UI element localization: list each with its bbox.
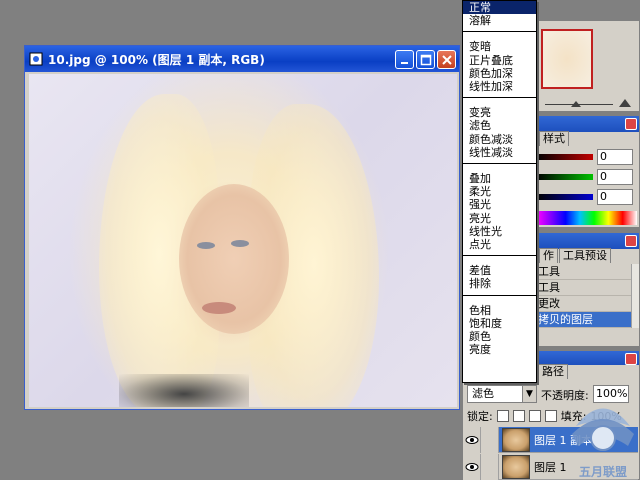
navigator-thumbnail[interactable] <box>541 29 593 89</box>
close-icon <box>442 54 452 65</box>
blend-mode-option[interactable]: 亮度 <box>463 343 536 356</box>
photoshop-doc-icon <box>29 52 43 66</box>
blend-mode-option[interactable]: 颜色 <box>463 330 536 343</box>
blend-mode-option[interactable]: 正片叠底 <box>463 54 536 67</box>
blend-mode-option[interactable]: 强光 <box>463 198 536 211</box>
history-panel-titlebar[interactable] <box>537 233 639 249</box>
document-title-bar[interactable]: 10.jpg @ 100% (图层 1 副本, RGB) <box>25 46 459 72</box>
layer-thumbnail <box>502 454 530 479</box>
lock-move-icon[interactable] <box>528 410 541 422</box>
blend-mode-value: 滤色 <box>472 387 494 400</box>
menu-separator <box>463 31 536 33</box>
zoom-in-icon[interactable] <box>619 99 631 107</box>
blend-mode-select[interactable]: 滤色 ▼ <box>467 385 537 403</box>
menu-separator <box>463 163 536 164</box>
brush-icon[interactable] <box>481 426 499 453</box>
blend-mode-option[interactable]: 线性减淡 <box>463 146 536 159</box>
close-button[interactable] <box>437 49 456 69</box>
blend-mode-option[interactable]: 颜色减淡 <box>463 133 536 146</box>
blend-mode-option[interactable]: 颜色加深 <box>463 67 536 80</box>
blend-mode-option[interactable]: 排除 <box>463 277 536 290</box>
document-title: 10.jpg @ 100% (图层 1 副本, RGB) <box>48 52 265 67</box>
lock-label: 锁定: <box>467 410 493 423</box>
blue-slider[interactable] <box>537 194 593 200</box>
watermark-logo: 五月联盟 <box>566 386 640 480</box>
zoom-slider[interactable] <box>537 99 637 109</box>
tab-tool-presets[interactable]: 工具预设 <box>559 248 611 263</box>
zoom-handle[interactable] <box>571 101 581 107</box>
blend-mode-option[interactable]: 色相 <box>463 304 536 317</box>
blend-mode-option[interactable]: 线性光 <box>463 225 536 238</box>
menu-separator <box>463 294 536 296</box>
image-face <box>179 184 289 334</box>
layer-link-cell[interactable] <box>481 453 499 480</box>
green-value-field[interactable]: 0 <box>597 169 633 185</box>
close-icon[interactable] <box>625 353 637 365</box>
watermark-text: 五月联盟 <box>579 465 627 479</box>
menu-separator <box>463 255 536 257</box>
blend-mode-option[interactable]: 正常 <box>463 1 536 14</box>
maximize-icon <box>420 54 432 65</box>
close-icon[interactable] <box>625 235 637 247</box>
history-panel: 作 工具预设 工具 工具 更改 拷贝的图层 <box>536 232 640 347</box>
history-item[interactable]: 更改 <box>537 296 637 312</box>
color-panel: 样式 0 0 0 <box>536 115 640 228</box>
blue-value-field[interactable]: 0 <box>597 189 633 205</box>
blend-mode-option[interactable]: 亮光 <box>463 212 536 225</box>
blend-mode-option[interactable]: 点光 <box>463 238 536 251</box>
history-item[interactable]: 工具 <box>537 280 637 296</box>
blend-mode-option[interactable]: 变暗 <box>463 40 536 53</box>
color-spectrum[interactable] <box>537 211 637 225</box>
layer-name: 图层 1 <box>534 460 567 474</box>
navigator-panel <box>536 20 640 112</box>
blend-mode-option[interactable]: 变亮 <box>463 106 536 119</box>
blend-mode-option[interactable]: 线性加深 <box>463 80 536 93</box>
layer-thumbnail <box>502 427 530 452</box>
blend-mode-option[interactable]: 饱和度 <box>463 317 536 330</box>
blend-mode-option[interactable]: 溶解 <box>463 14 536 27</box>
blend-mode-option[interactable]: 柔光 <box>463 185 536 198</box>
minimize-icon <box>401 61 408 64</box>
chevron-down-icon[interactable]: ▼ <box>522 386 536 402</box>
tab-paths[interactable]: 路径 <box>538 364 568 379</box>
history-scrollbar[interactable] <box>631 264 639 328</box>
lock-all-icon[interactable] <box>544 410 557 422</box>
document-window: 10.jpg @ 100% (图层 1 副本, RGB) <box>24 45 460 410</box>
green-slider[interactable] <box>537 174 593 180</box>
maximize-button[interactable] <box>416 49 435 69</box>
image-clothing <box>119 374 249 407</box>
image-eye-left <box>197 242 215 249</box>
eye-icon[interactable] <box>463 426 481 453</box>
tab-actions[interactable]: 作 <box>539 248 558 263</box>
history-item[interactable]: 工具 <box>537 264 637 280</box>
image-lips <box>202 302 236 314</box>
lock-transparency-icon[interactable] <box>496 410 509 422</box>
minimize-button[interactable] <box>395 49 414 69</box>
lock-paint-icon[interactable] <box>512 410 525 422</box>
menu-separator <box>463 97 536 99</box>
red-slider[interactable] <box>537 154 593 160</box>
eye-icon[interactable] <box>463 453 481 480</box>
blend-mode-option[interactable]: 差值 <box>463 264 536 277</box>
history-item-selected[interactable]: 拷贝的图层 <box>537 312 637 328</box>
blend-mode-option[interactable]: 叠加 <box>463 172 536 185</box>
close-icon[interactable] <box>625 118 637 130</box>
image-canvas[interactable] <box>29 74 457 407</box>
image-eye-right <box>231 240 249 247</box>
red-value-field[interactable]: 0 <box>597 149 633 165</box>
blend-mode-option[interactable]: 滤色 <box>463 119 536 132</box>
blend-mode-dropdown: 正常 溶解变暗 正片叠底 颜色加深 线性加深变亮 滤色 颜色减淡 线性减淡叠加 柔光 强光 亮光 线性… <box>462 0 537 383</box>
tab-styles[interactable]: 样式 <box>539 131 569 146</box>
color-panel-titlebar[interactable] <box>537 116 639 132</box>
